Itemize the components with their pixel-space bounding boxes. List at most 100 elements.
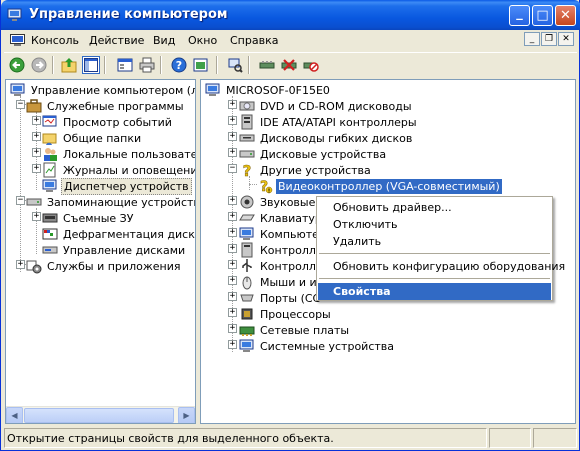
tree-item-system-tools[interactable]: Служебные программы: [26, 98, 186, 114]
device-category[interactable]: Мыши и ин: [239, 274, 326, 290]
collapse-toggle[interactable]: −: [228, 164, 237, 173]
tree-item-shared-folders[interactable]: Общие папки: [42, 130, 143, 146]
expand-toggle[interactable]: +: [228, 148, 237, 157]
tree-item-label: Управление дисками: [63, 243, 186, 257]
event-viewer-icon: [42, 114, 58, 130]
expand-toggle[interactable]: +: [228, 244, 237, 253]
mdi-minimize-button[interactable]: _: [524, 32, 540, 46]
tree-item-services-apps[interactable]: Службы и приложения: [26, 258, 182, 274]
computer-management-icon: [10, 82, 26, 98]
tools-icon: [26, 98, 42, 114]
menu-help[interactable]: Справка: [230, 34, 278, 47]
expand-toggle[interactable]: +: [32, 164, 41, 173]
disable-icon[interactable]: [302, 56, 320, 74]
tree-item-computer-management[interactable]: Управление компьютером (лока: [10, 82, 195, 98]
up-icon[interactable]: [60, 56, 78, 74]
context-update-driver[interactable]: Обновить драйвер...: [318, 199, 551, 216]
device-category[interactable]: Сетевые платы: [239, 322, 351, 338]
toolbar-separator: [248, 56, 250, 74]
export-icon[interactable]: [192, 56, 210, 74]
expand-toggle[interactable]: +: [228, 132, 237, 141]
svg-text:?: ?: [176, 59, 182, 72]
minimize-button[interactable]: _: [509, 5, 530, 26]
logs-icon: [42, 162, 58, 178]
menu-window[interactable]: Окно: [188, 34, 217, 47]
uninstall-icon[interactable]: [280, 56, 298, 74]
expand-toggle[interactable]: +: [32, 132, 41, 141]
expand-toggle[interactable]: +: [228, 308, 237, 317]
show-hide-tree-icon[interactable]: [82, 56, 100, 74]
expand-toggle[interactable]: +: [228, 324, 237, 333]
expand-toggle[interactable]: +: [228, 292, 237, 301]
menu-view[interactable]: Вид: [153, 34, 175, 47]
expand-toggle[interactable]: +: [228, 100, 237, 109]
expand-toggle[interactable]: +: [228, 228, 237, 237]
device-category[interactable]: Контролле: [239, 242, 325, 258]
expand-toggle[interactable]: +: [32, 148, 41, 157]
tree-item-device-manager[interactable]: Диспетчер устройств: [42, 177, 192, 195]
title-bar[interactable]: Управление компьютером _ □ ✕: [1, 0, 580, 30]
tree-item-removable-storage[interactable]: Съемные ЗУ: [42, 210, 135, 226]
forward-icon[interactable]: [30, 56, 48, 74]
device-category[interactable]: Компьютер: [239, 226, 328, 242]
scroll-left-icon[interactable]: ◀: [6, 407, 23, 423]
context-disable[interactable]: Отключить: [318, 216, 551, 233]
mdi-close-button[interactable]: ✕: [558, 32, 574, 46]
menu-console[interactable]: Консоль: [31, 34, 79, 47]
expand-toggle[interactable]: +: [228, 260, 237, 269]
expand-toggle[interactable]: +: [228, 340, 237, 349]
context-separator: [319, 253, 550, 254]
expand-toggle[interactable]: +: [228, 212, 237, 221]
mdi-restore-button[interactable]: ❐: [541, 32, 557, 46]
collapse-toggle[interactable]: −: [16, 100, 25, 109]
back-icon[interactable]: [8, 56, 26, 74]
device-category[interactable]: DVD и CD-ROM дисководы: [239, 98, 414, 114]
device-category[interactable]: IDE ATA/ATAPI контроллеры: [239, 114, 419, 130]
console-icon[interactable]: [10, 34, 25, 47]
device-category[interactable]: Порты (CC: [239, 290, 322, 306]
horizontal-scrollbar[interactable]: ◀ ▶: [6, 406, 195, 423]
menu-action[interactable]: Действие: [89, 34, 144, 47]
tree-item-disk-management[interactable]: Управление дисками: [42, 242, 187, 258]
device-category[interactable]: Дисководы гибких дисков: [239, 130, 414, 146]
device-category[interactable]: ? Другие устройства: [239, 162, 373, 178]
tree-item-computer-root[interactable]: MICROSOF-0F15E0: [205, 82, 332, 98]
scan-hardware-icon[interactable]: [226, 56, 244, 74]
close-button[interactable]: ✕: [555, 5, 576, 26]
tree-item-logs-alerts[interactable]: Журналы и оповещения: [42, 162, 195, 178]
device-category[interactable]: Процессоры: [239, 306, 333, 322]
expand-toggle[interactable]: +: [16, 260, 25, 269]
tree-item-defragmentation[interactable]: Дефрагментация диска: [42, 226, 195, 242]
help-icon[interactable]: ?: [170, 56, 188, 74]
scroll-thumb[interactable]: [24, 408, 174, 423]
context-scan-hardware[interactable]: Обновить конфигурацию оборудования: [318, 258, 565, 275]
status-text: Открытие страницы свойств для выделенног…: [4, 428, 487, 448]
expand-toggle[interactable]: +: [228, 276, 237, 285]
device-category[interactable]: Клавиатур: [239, 210, 324, 226]
context-uninstall[interactable]: Удалить: [318, 233, 551, 250]
expand-toggle[interactable]: +: [228, 196, 237, 205]
device-category[interactable]: Дисковые устройства: [239, 146, 388, 162]
scroll-right-icon[interactable]: ▶: [178, 407, 195, 423]
tree-item-label: Процессоры: [260, 307, 331, 321]
expand-toggle[interactable]: +: [32, 212, 41, 221]
toolbar-separator: [52, 56, 54, 74]
expand-toggle[interactable]: +: [32, 116, 41, 125]
collapse-toggle[interactable]: −: [16, 196, 25, 205]
maximize-icon: □: [536, 8, 549, 23]
tree-item-event-viewer[interactable]: Просмотр событий: [42, 114, 174, 130]
expand-toggle[interactable]: +: [228, 116, 237, 125]
tree-item-local-users[interactable]: Локальные пользовател: [42, 146, 195, 162]
device-item-vga[interactable]: ?! Видеоконтроллер (VGA-совместимый): [257, 178, 502, 194]
properties-icon[interactable]: [116, 56, 134, 74]
device-category[interactable]: Контролле: [239, 258, 325, 274]
tree-item-storage[interactable]: Запоминающие устройства: [26, 194, 195, 210]
console-tree-pane[interactable]: Управление компьютером (лока − Служебные…: [5, 79, 196, 424]
device-category[interactable]: Звуковые,: [239, 194, 321, 210]
context-properties[interactable]: Свойства: [318, 283, 551, 300]
device-category[interactable]: Системные устройства: [239, 338, 396, 354]
update-driver-icon[interactable]: [258, 56, 276, 74]
print-icon[interactable]: [138, 56, 156, 74]
context-separator: [319, 278, 550, 279]
maximize-button[interactable]: □: [532, 5, 553, 26]
